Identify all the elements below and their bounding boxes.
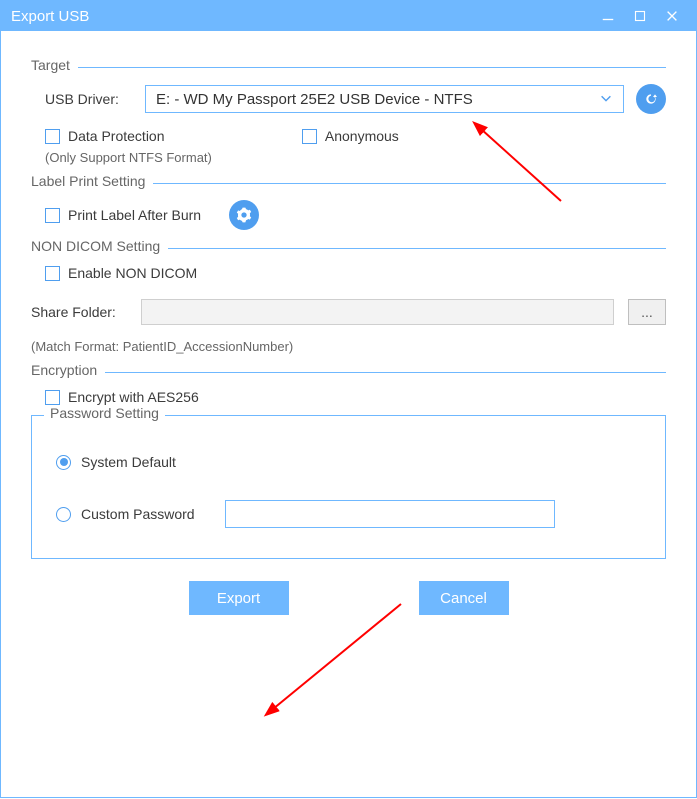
custom-password-input[interactable] [225,500,555,528]
data-protection-hint: (Only Support NTFS Format) [45,150,212,165]
maximize-button[interactable] [626,2,654,30]
usb-driver-select[interactable]: E: - WD My Passport 25E2 USB Device - NT… [145,85,624,113]
cancel-button[interactable]: Cancel [419,581,509,615]
enable-non-dicom-label: Enable NON DICOM [68,265,197,281]
export-button[interactable]: Export [189,581,289,615]
target-legend: Target [31,57,78,73]
password-setting-legend: Password Setting [44,405,165,421]
custom-password-radio[interactable] [56,507,71,522]
window-title: Export USB [11,8,590,25]
label-print-legend: Label Print Setting [31,173,153,189]
data-protection-label: Data Protection [68,128,165,144]
browse-folder-button[interactable]: ... [628,299,666,325]
share-folder-label: Share Folder: [31,304,131,320]
anonymous-label: Anonymous [325,128,399,144]
chevron-down-icon [599,91,613,108]
data-protection-checkbox[interactable] [45,129,60,144]
non-dicom-legend: NON DICOM Setting [31,238,168,254]
minimize-button[interactable] [594,2,622,30]
enable-non-dicom-checkbox[interactable] [45,266,60,281]
usb-driver-value: E: - WD My Passport 25E2 USB Device - NT… [156,91,473,108]
encryption-legend: Encryption [31,362,105,378]
encrypt-aes256-label: Encrypt with AES256 [68,389,199,405]
share-folder-hint: (Match Format: PatientID_AccessionNumber… [31,339,666,354]
print-label-label: Print Label After Burn [68,207,201,223]
print-settings-button[interactable] [229,200,259,230]
usb-driver-label: USB Driver: [45,91,145,107]
system-default-radio[interactable] [56,455,71,470]
print-label-checkbox[interactable] [45,208,60,223]
anonymous-checkbox[interactable] [302,129,317,144]
system-default-label: System Default [81,454,176,470]
share-folder-input[interactable] [141,299,614,325]
refresh-button[interactable] [636,84,666,114]
encrypt-aes256-checkbox[interactable] [45,390,60,405]
custom-password-label: Custom Password [81,506,211,522]
close-button[interactable] [658,2,686,30]
